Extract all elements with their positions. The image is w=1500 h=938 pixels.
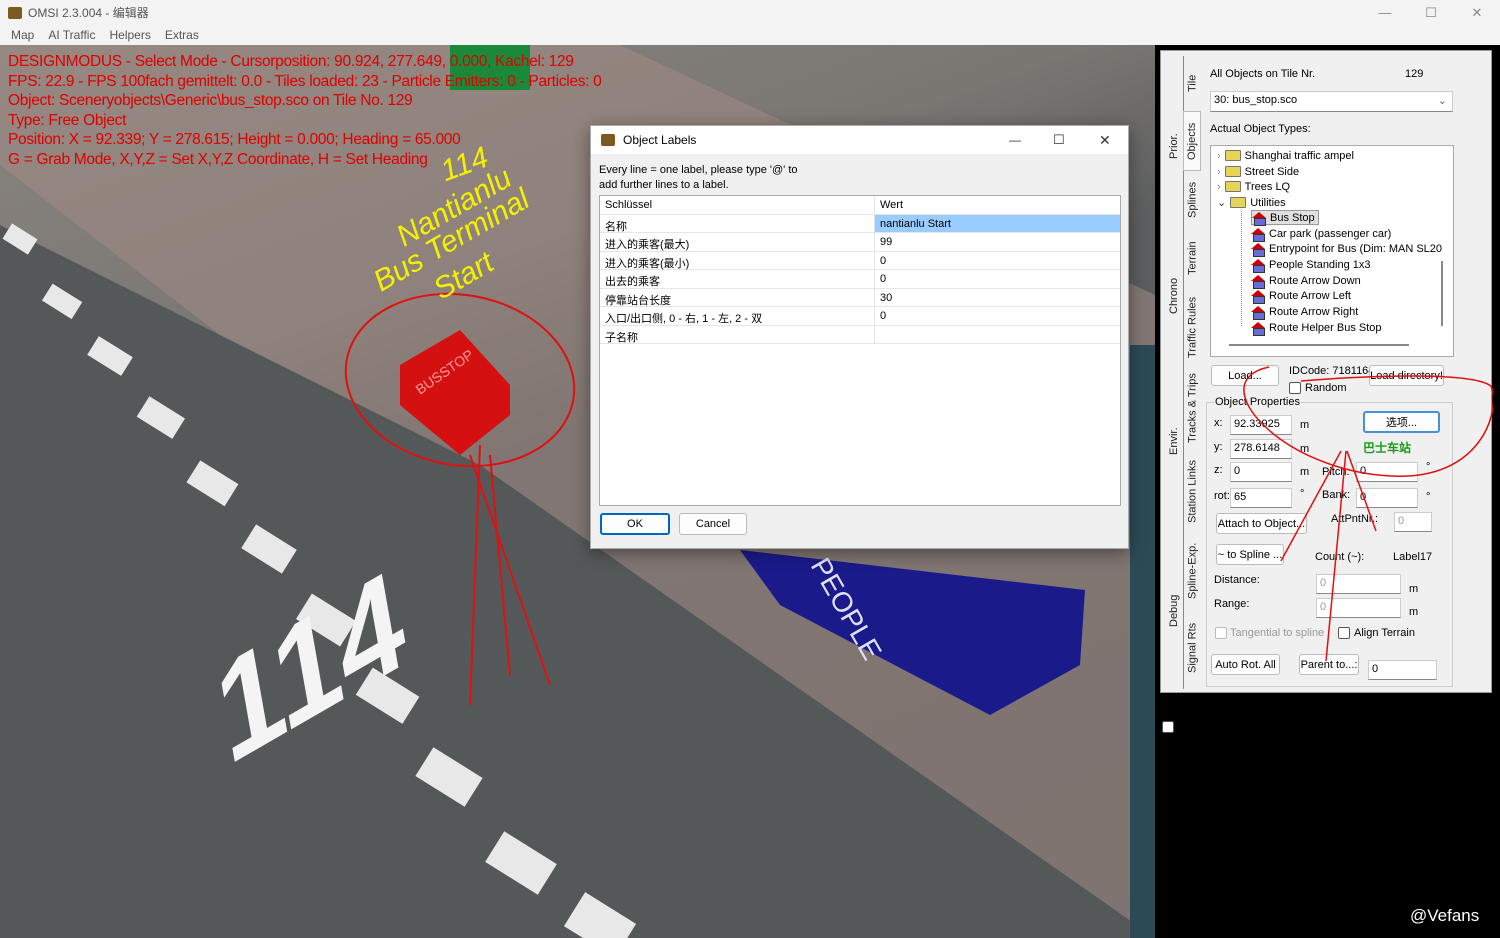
overlay-line: Type: Free Object <box>8 111 127 129</box>
row-value[interactable]: 99 <box>875 233 1120 251</box>
row-value[interactable]: 0 <box>875 270 1120 288</box>
table-row[interactable]: 子名称 <box>600 325 1120 344</box>
row-value[interactable]: 0 <box>875 307 1120 325</box>
table-row[interactable]: 进入的乘客(最小) 0 <box>600 251 1120 270</box>
dialog-title: Object Labels <box>623 133 697 147</box>
watermark: @Vefans <box>1410 906 1480 925</box>
row-key: 出去的乘客 <box>600 270 875 288</box>
dialog-minimize-button[interactable]: — <box>1009 133 1021 147</box>
dialog-close-button[interactable]: ✕ <box>1099 132 1111 149</box>
menu-helpers[interactable]: Helpers <box>102 28 157 42</box>
menu-map[interactable]: Map <box>4 28 41 42</box>
menu-extras[interactable]: Extras <box>158 28 206 42</box>
editor-side-panel: Prior. Chrono Envir. Debug Tile Objects … <box>1160 50 1493 693</box>
row-key: 名称 <box>600 214 875 233</box>
window-title: OMSI 2.3.004 - 编辑器 <box>28 6 149 20</box>
cancel-button[interactable]: Cancel <box>679 513 747 535</box>
header-key: Schlüssel <box>600 196 875 214</box>
minimize-button[interactable]: — <box>1362 0 1408 25</box>
row-key: 子名称 <box>600 325 875 344</box>
debug-overlay: DESIGNMODUS - Select Mode - Cursorpositi… <box>8 52 602 169</box>
overlay-line: Position: X = 92.339; Y = 278.615; Heigh… <box>8 131 461 148</box>
row-value[interactable]: 30 <box>875 289 1120 307</box>
row-key: 入口/出口侧, 0 - 右, 1 - 左, 2 - 双 <box>600 307 875 325</box>
row-key: 进入的乘客(最大) <box>600 233 875 251</box>
object-labels-dialog: Object Labels — ☐ ✕ Every line = one lab… <box>590 125 1129 549</box>
table-row[interactable]: 停靠站台长度 30 <box>600 288 1120 307</box>
header-value: Wert <box>880 199 904 211</box>
dialog-maximize-button[interactable]: ☐ <box>1053 132 1065 148</box>
grid-header: Schlüssel Wert <box>600 196 1120 215</box>
row-key: 停靠站台长度 <box>600 288 875 307</box>
overlay-line: Object: Sceneryobjects\Generic\bus_stop.… <box>8 92 413 109</box>
row-value[interactable]: nantianlu Start <box>875 214 1120 232</box>
viewport-checkbox[interactable] <box>1162 721 1174 733</box>
dialog-hint: add further lines to a label. <box>599 179 729 191</box>
overlay-line: FPS: 22.9 - FPS 100fach gemittelt: 0.0 -… <box>8 72 602 90</box>
row-key: 进入的乘客(最小) <box>600 251 875 270</box>
menu-bar: Map AI Traffic Helpers Extras <box>0 25 1500 45</box>
maximize-button[interactable]: ☐ <box>1408 0 1454 25</box>
building-edge <box>1130 345 1155 938</box>
title-bar: OMSI 2.3.004 - 编辑器 — ☐ ✕ <box>0 0 1500 25</box>
app-icon <box>8 6 22 19</box>
table-row[interactable]: 名称 nantianlu Start <box>600 214 1120 233</box>
overlay-line: DESIGNMODUS - Select Mode - Cursorpositi… <box>8 53 574 70</box>
label-grid[interactable]: Schlüssel Wert 名称 nantianlu Start 进入的乘客(最大… <box>599 195 1121 506</box>
close-button[interactable]: ✕ <box>1454 0 1500 25</box>
menu-ai-traffic[interactable]: AI Traffic <box>41 28 102 42</box>
table-row[interactable]: 入口/出口侧, 0 - 右, 1 - 左, 2 - 双0 <box>600 307 1120 326</box>
dialog-titlebar: Object Labels — ☐ ✕ <box>591 126 1128 154</box>
dialog-app-icon <box>601 134 615 146</box>
table-row[interactable]: 出去的乘客 0 <box>600 270 1120 289</box>
overlay-line: G = Grab Mode, X,Y,Z = Set X,Y,Z Coordin… <box>8 150 428 168</box>
red-panel-annotations <box>1243 366 1493 662</box>
row-value[interactable]: 0 <box>875 252 1120 270</box>
table-row[interactable]: 进入的乘客(最大) 99 <box>600 233 1120 252</box>
ok-button[interactable]: OK <box>600 513 670 535</box>
row-value[interactable] <box>875 326 1120 344</box>
dialog-hint: Every line = one label, please type '@' … <box>599 164 798 176</box>
